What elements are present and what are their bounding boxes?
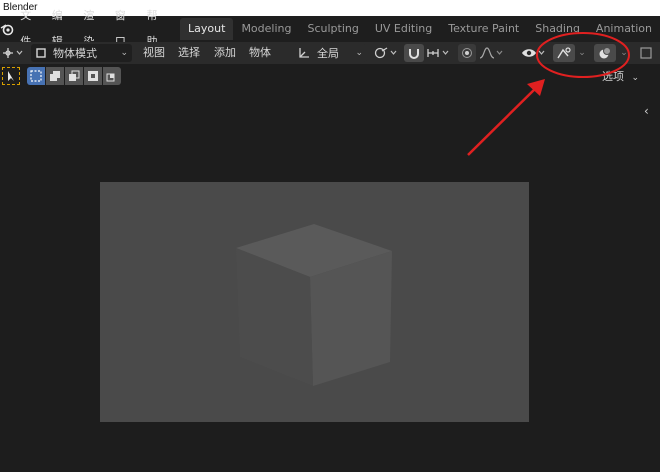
red-annotation	[467, 32, 630, 156]
annotation-arrow-line	[467, 83, 541, 156]
annotation-circle	[536, 32, 630, 78]
